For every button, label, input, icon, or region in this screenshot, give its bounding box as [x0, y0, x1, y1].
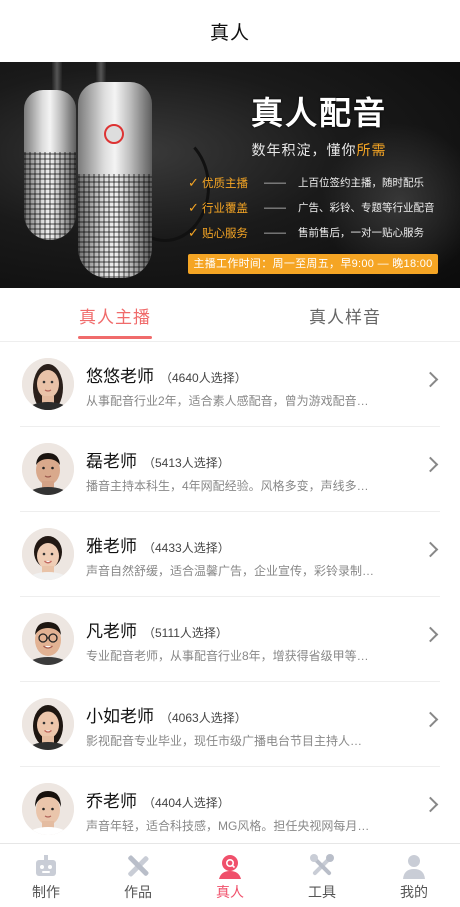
nav-item-me[interactable]: 我的 [368, 844, 460, 907]
banner-title: 真人配音 [250, 94, 387, 132]
selection-count: （4640人选择） [160, 371, 247, 385]
teacher-name: 悠悠老师 [86, 367, 154, 386]
feature-name: 行业覆盖 [202, 202, 248, 215]
chevron-right-icon [422, 626, 439, 643]
nav-label: 工具 [308, 884, 336, 900]
nav-label: 真人 [216, 884, 244, 900]
list-item[interactable]: 凡老师 （5111人选择） 专业配音老师，从事配音行业8年，增获得省级甲等… [20, 597, 440, 682]
chevron-right-icon [422, 456, 439, 473]
microphone-right-icon [78, 82, 152, 278]
check-icon: ✓ [188, 174, 199, 190]
avatar [22, 443, 74, 495]
avatar [22, 613, 74, 665]
feature-dash: —— [264, 201, 286, 214]
list-item[interactable]: 乔老师 （4404人选择） 声音年轻，适合科技感，MG风格。担任央视网每月… [20, 767, 440, 852]
teacher-name: 小如老师 [86, 707, 154, 726]
chevron-right-icon [422, 711, 439, 728]
teacher-name-line: 雅老师 （4433人选择） [86, 532, 230, 557]
teacher-description: 从事配音行业2年，适合素人感配音，曾为游戏配音… [86, 394, 369, 408]
nav-item-tools[interactable]: 工具 [276, 844, 368, 907]
teacher-name: 磊老师 [86, 452, 137, 471]
mic-logo-badge [104, 124, 124, 144]
tab-voice-samples[interactable]: 真人样音 [230, 288, 460, 342]
tab-bar: 真人主播 真人样音 [0, 288, 460, 342]
banner-feature: ✓ 行业覆盖 —— 广告、彩铃、专题等行业配音 [188, 195, 450, 220]
teacher-name-line: 磊老师 （5413人选择） [86, 447, 230, 472]
feature-desc: 广告、彩铃、专题等行业配音 [298, 202, 435, 214]
list-item[interactable]: 雅老师 （4433人选择） 声音自然舒缓，适合温馨广告，企业宣传，彩铃录制… [20, 512, 440, 597]
selection-count: （5111人选择） [143, 626, 228, 640]
nav-label: 我的 [400, 884, 428, 900]
selection-count: （5413人选择） [143, 456, 230, 470]
nav-label: 作品 [124, 884, 152, 900]
banner-feature: ✓ 优质主播 —— 上百位签约主播，随时配乐 [188, 170, 450, 195]
check-icon: ✓ [188, 199, 199, 215]
list-item[interactable]: 磊老师 （5413人选择） 播音主持本科生，4年网配经验。风格多变，声线多… [20, 427, 440, 512]
teacher-name-line: 乔老师 （4404人选择） [86, 787, 230, 812]
teacher-name: 乔老师 [86, 792, 137, 811]
avatar [22, 528, 74, 580]
tools-cross-icon [128, 855, 149, 877]
selection-count: （4404人选择） [143, 796, 230, 810]
selection-count: （4433人选择） [143, 541, 230, 555]
teacher-description: 影视配音专业毕业，现任市级广播电台节目主持人… [86, 734, 363, 748]
teacher-name-line: 凡老师 （5111人选择） [86, 617, 228, 642]
list-item[interactable]: 悠悠老师 （4640人选择） 从事配音行业2年，适合素人感配音，曾为游戏配音… [20, 342, 440, 427]
user-icon [403, 855, 425, 879]
chevron-right-icon [422, 371, 439, 388]
nav-label: 制作 [32, 884, 60, 900]
feature-name: 优质主播 [202, 177, 248, 190]
robot-icon [36, 855, 56, 876]
feature-name: 贴心服务 [202, 227, 248, 240]
nav-item-create[interactable]: 制作 [0, 844, 92, 907]
list-item[interactable]: 小如老师 （4063人选择） 影视配音专业毕业，现任市级广播电台节目主持人… [20, 682, 440, 767]
banner-subtitle-text: 数年积淀，懂你 [251, 142, 357, 158]
teacher-description: 声音自然舒缓，适合温馨广告，企业宣传，彩铃录制… [86, 564, 375, 578]
feature-dash: —— [264, 176, 286, 189]
check-icon: ✓ [188, 224, 199, 240]
selection-count: （4063人选择） [160, 711, 247, 725]
working-hours-badge: 主播工作时间：周一至周五，早9:00 — 晚18:00 [188, 254, 438, 274]
page-title: 真人 [209, 22, 250, 44]
teacher-description: 声音年轻，适合科技感，MG风格。担任央视网每月… [86, 819, 370, 833]
chevron-right-icon [422, 796, 439, 813]
avatar [22, 783, 74, 835]
teacher-list: 悠悠老师 （4640人选择） 从事配音行业2年，适合素人感配音，曾为游戏配音… … [0, 342, 460, 852]
promo-banner[interactable]: 真人配音 数年积淀，懂你所需 ✓ 优质主播 —— 上百位签约主播，随时配乐 ✓ … [0, 62, 460, 288]
nav-item-live[interactable]: 真人 [184, 844, 276, 907]
teacher-name-line: 小如老师 （4063人选择） [86, 702, 247, 727]
teacher-name: 雅老师 [86, 537, 137, 556]
feature-desc: 售前售后，一对一贴心服务 [298, 227, 424, 239]
teacher-description: 播音主持本科生，4年网配经验。风格多变，声线多… [86, 479, 369, 493]
feature-dash: —— [264, 226, 286, 239]
banner-subtitle-highlight: 所需 [356, 142, 387, 158]
banner-subtitle: 数年积淀，懂你所需 [188, 140, 450, 160]
avatar [22, 358, 74, 410]
avatar [22, 698, 74, 750]
teacher-name: 凡老师 [86, 622, 137, 641]
person-search-icon [219, 855, 241, 879]
top-bar: 真人 [0, 0, 460, 62]
tab-live-anchors[interactable]: 真人主播 [0, 288, 230, 342]
teacher-name-line: 悠悠老师 （4640人选择） [86, 362, 247, 387]
feature-desc: 上百位签约主播，随时配乐 [298, 177, 424, 189]
teacher-description: 专业配音老师，从事配音行业8年，增获得省级甲等… [86, 649, 369, 663]
banner-feature: ✓ 贴心服务 —— 售前售后，一对一贴心服务 [188, 220, 450, 245]
active-tab-indicator [78, 336, 152, 339]
wrench-icon [310, 854, 334, 876]
chevron-right-icon [422, 541, 439, 558]
bottom-nav: 制作 作品 真人 工具 我的 [0, 843, 460, 907]
nav-item-works[interactable]: 作品 [92, 844, 184, 907]
microphone-left-icon [24, 90, 76, 240]
banner-text-block: 真人配音 数年积淀，懂你所需 ✓ 优质主播 —— 上百位签约主播，随时配乐 ✓ … [188, 88, 450, 245]
